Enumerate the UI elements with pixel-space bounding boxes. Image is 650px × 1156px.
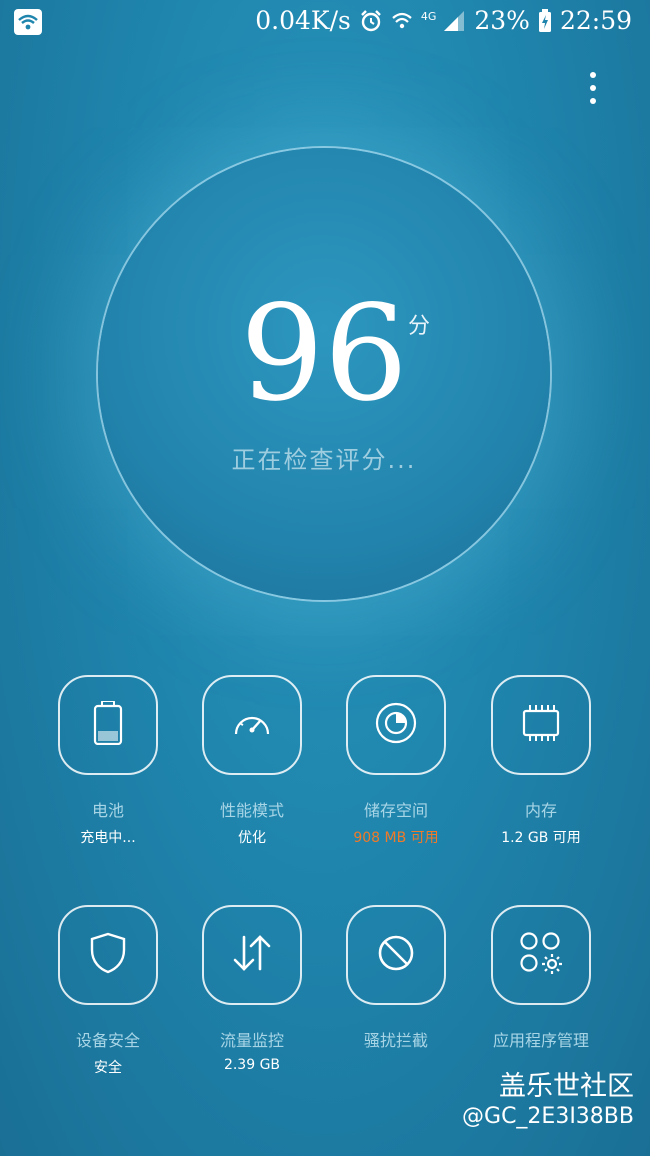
network-speed: 0.04K/s: [255, 6, 351, 35]
tile-label: 储存空间: [363, 801, 428, 820]
tile-label: 性能模式: [219, 801, 284, 820]
tile-storage-button[interactable]: [346, 675, 446, 775]
app-gear-icon: [518, 930, 564, 980]
more-dot-icon: [590, 85, 596, 91]
shield-icon: [89, 932, 127, 978]
score-dial: 96 分 正在检查评分...: [98, 148, 550, 600]
data-transfer-icon: [231, 934, 273, 976]
tile-label: 内存: [524, 801, 557, 820]
tile-battery-button[interactable]: [58, 675, 158, 775]
tile-label: 电池: [91, 801, 124, 820]
tile-spam-block-button[interactable]: [346, 905, 446, 1005]
wifi-signal-icon: [391, 10, 413, 32]
tile-app-manager-button[interactable]: [491, 905, 591, 1005]
tile-label: 设备安全: [75, 1031, 140, 1050]
tile-label: 应用程序管理: [492, 1031, 589, 1050]
overflow-menu-button[interactable]: [582, 68, 604, 108]
tile-device-security-button[interactable]: [58, 905, 158, 1005]
tile-memory-button[interactable]: [491, 675, 591, 775]
tile-sub: 2.39 GB: [223, 1057, 281, 1073]
wifi-icon: [14, 9, 42, 39]
tile-label: 骚扰拦截: [363, 1031, 428, 1050]
tile-app-manager[interactable]: 应用程序管理: [466, 905, 616, 1057]
tile-sub: 安全: [94, 1060, 122, 1076]
tile-sub: 优化: [238, 830, 266, 846]
battery-icon: [93, 700, 123, 749]
cellular-signal-icon: [444, 10, 466, 31]
alarm-icon: [359, 9, 383, 33]
block-icon: [376, 933, 416, 977]
tile-label: 流量监控: [219, 1031, 284, 1050]
status-bar: 0.04K/s 4G 23% 22:59: [0, 0, 650, 46]
tile-performance[interactable]: 性能模式 优化: [177, 675, 327, 847]
tile-storage[interactable]: 储存空间 908 MB 可用: [321, 675, 471, 847]
tile-memory[interactable]: 内存 1.2 GB 可用: [466, 675, 616, 847]
speedometer-icon: [232, 708, 272, 742]
tile-performance-button[interactable]: [202, 675, 302, 775]
battery-percent: 23%: [474, 6, 530, 35]
watermark-user: @GC_2E3I38BB: [462, 1104, 634, 1129]
watermark-title: 盖乐世社区: [499, 1071, 634, 1102]
tile-device-security[interactable]: 设备安全 安全: [33, 905, 183, 1077]
more-dot-icon: [590, 72, 596, 78]
tile-sub: 1.2 GB 可用: [501, 830, 581, 846]
score-unit: 分: [408, 314, 431, 339]
more-dot-icon: [590, 98, 596, 104]
tile-spam-block[interactable]: 骚扰拦截: [321, 905, 471, 1057]
storage-disc-icon: [374, 701, 418, 749]
clock: 22:59: [559, 6, 632, 35]
tile-sub: 充电中...: [80, 830, 136, 846]
tile-data-usage[interactable]: 流量监控 2.39 GB: [177, 905, 327, 1073]
network-type-label: 4G: [420, 10, 437, 23]
memory-chip-icon: [520, 704, 562, 746]
tile-sub: 908 MB 可用: [353, 830, 439, 846]
score-status: 正在检查评分...: [231, 446, 417, 474]
tile-battery[interactable]: 电池 充电中...: [33, 675, 183, 847]
score-value: 96: [240, 277, 408, 431]
battery-charging-icon: [538, 8, 552, 33]
tile-data-usage-button[interactable]: [202, 905, 302, 1005]
